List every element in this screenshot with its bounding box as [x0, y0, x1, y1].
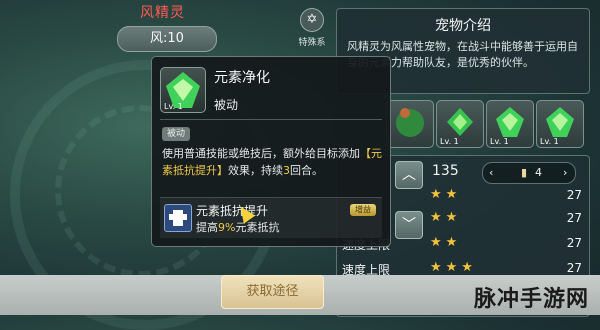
- slot-level: Lv. 1: [490, 137, 509, 146]
- divider: [160, 119, 382, 120]
- desc-part: 使用普通技能或绝技后，额外给目标添加: [162, 147, 360, 160]
- chevron-down-icon: ﹀: [402, 217, 416, 233]
- sub-effect: 元素抵抗提升 提高9%元素抵抗 增益: [160, 197, 382, 238]
- sub-desc-part: 元素抵抗: [235, 221, 280, 234]
- sub-effect-desc: 提高9%元素抵抗: [196, 219, 279, 235]
- desc-turns: 3: [283, 164, 290, 177]
- sub-desc-part: 提高: [196, 221, 218, 234]
- skill-slot[interactable]: Lv. 1: [486, 100, 534, 148]
- resistance-buff-icon: [164, 204, 192, 232]
- skill-type: 被动: [214, 98, 239, 112]
- special-trait-button[interactable]: ✡ 特殊系: [290, 8, 334, 50]
- desc-part: 效果，持续: [228, 164, 283, 177]
- special-trait-label: 特殊系: [298, 38, 326, 48]
- skill-description: 使用普通技能或绝技后，额外给目标添加【元素抵抗提升】效果，持续3回合。: [162, 145, 384, 179]
- intro-title: 宠物介绍: [435, 18, 491, 34]
- stat-value: 27: [566, 261, 582, 275]
- star-rating: ★★: [430, 187, 462, 202]
- slot-level: Lv. 1: [440, 137, 459, 146]
- attribute-points: 135: [432, 163, 459, 179]
- shield-skill-icon: [447, 108, 473, 136]
- green-gem-icon: [546, 107, 574, 137]
- wind-skill-icon: [396, 108, 424, 137]
- slot-level: Lv. 1: [540, 137, 559, 146]
- hexagram-icon: ✡: [300, 8, 324, 32]
- stat-value: 27: [566, 236, 582, 250]
- skill-slot[interactable]: Lv. 1: [536, 100, 584, 148]
- buff-badge: 增益: [350, 204, 376, 216]
- star-rating: ★★★: [430, 260, 477, 275]
- stat-value: 27: [566, 211, 582, 225]
- page-next-icon[interactable]: ›: [563, 166, 567, 179]
- get-path-button[interactable]: 获取途径: [221, 275, 324, 309]
- skill-tag: 被动: [162, 127, 191, 141]
- page-selector[interactable]: ‹ ▮ 4 ›: [482, 162, 576, 184]
- star-rating: ★★: [430, 235, 462, 250]
- card-icon: ▮: [521, 166, 528, 179]
- skill-level: Lv. 1: [164, 102, 183, 111]
- sub-desc-value: 9%: [218, 221, 236, 234]
- skill-icon: Lv. 1: [160, 67, 206, 113]
- star-rating: ★★: [430, 210, 462, 225]
- skill-slot[interactable]: [386, 100, 434, 148]
- chevron-up-icon: ︿: [402, 167, 416, 183]
- scroll-up-button[interactable]: ︿: [395, 161, 423, 189]
- page-prev-icon[interactable]: ‹: [489, 166, 493, 179]
- skill-slots: Lv. 1 Lv. 1 Lv. 1: [386, 100, 586, 148]
- sub-effect-name: 元素抵抗提升: [196, 204, 269, 218]
- green-gem-icon: [496, 107, 524, 137]
- pet-name: 风精灵: [140, 5, 185, 21]
- skill-tooltip: Lv. 1 元素净化 被动 被动 使用普通技能或绝技后，额外给目标添加【元素抵抗…: [151, 56, 391, 247]
- desc-part: 回合。: [290, 164, 323, 177]
- element-badge: 风:10: [117, 26, 217, 52]
- skill-slot[interactable]: Lv. 1: [436, 100, 484, 148]
- stat-value: 27: [566, 188, 582, 202]
- page-number: 4: [535, 166, 542, 179]
- watermark: 脉冲手游网: [474, 286, 590, 312]
- skill-name: 元素净化: [214, 70, 270, 86]
- scroll-down-button[interactable]: ﹀: [395, 211, 423, 239]
